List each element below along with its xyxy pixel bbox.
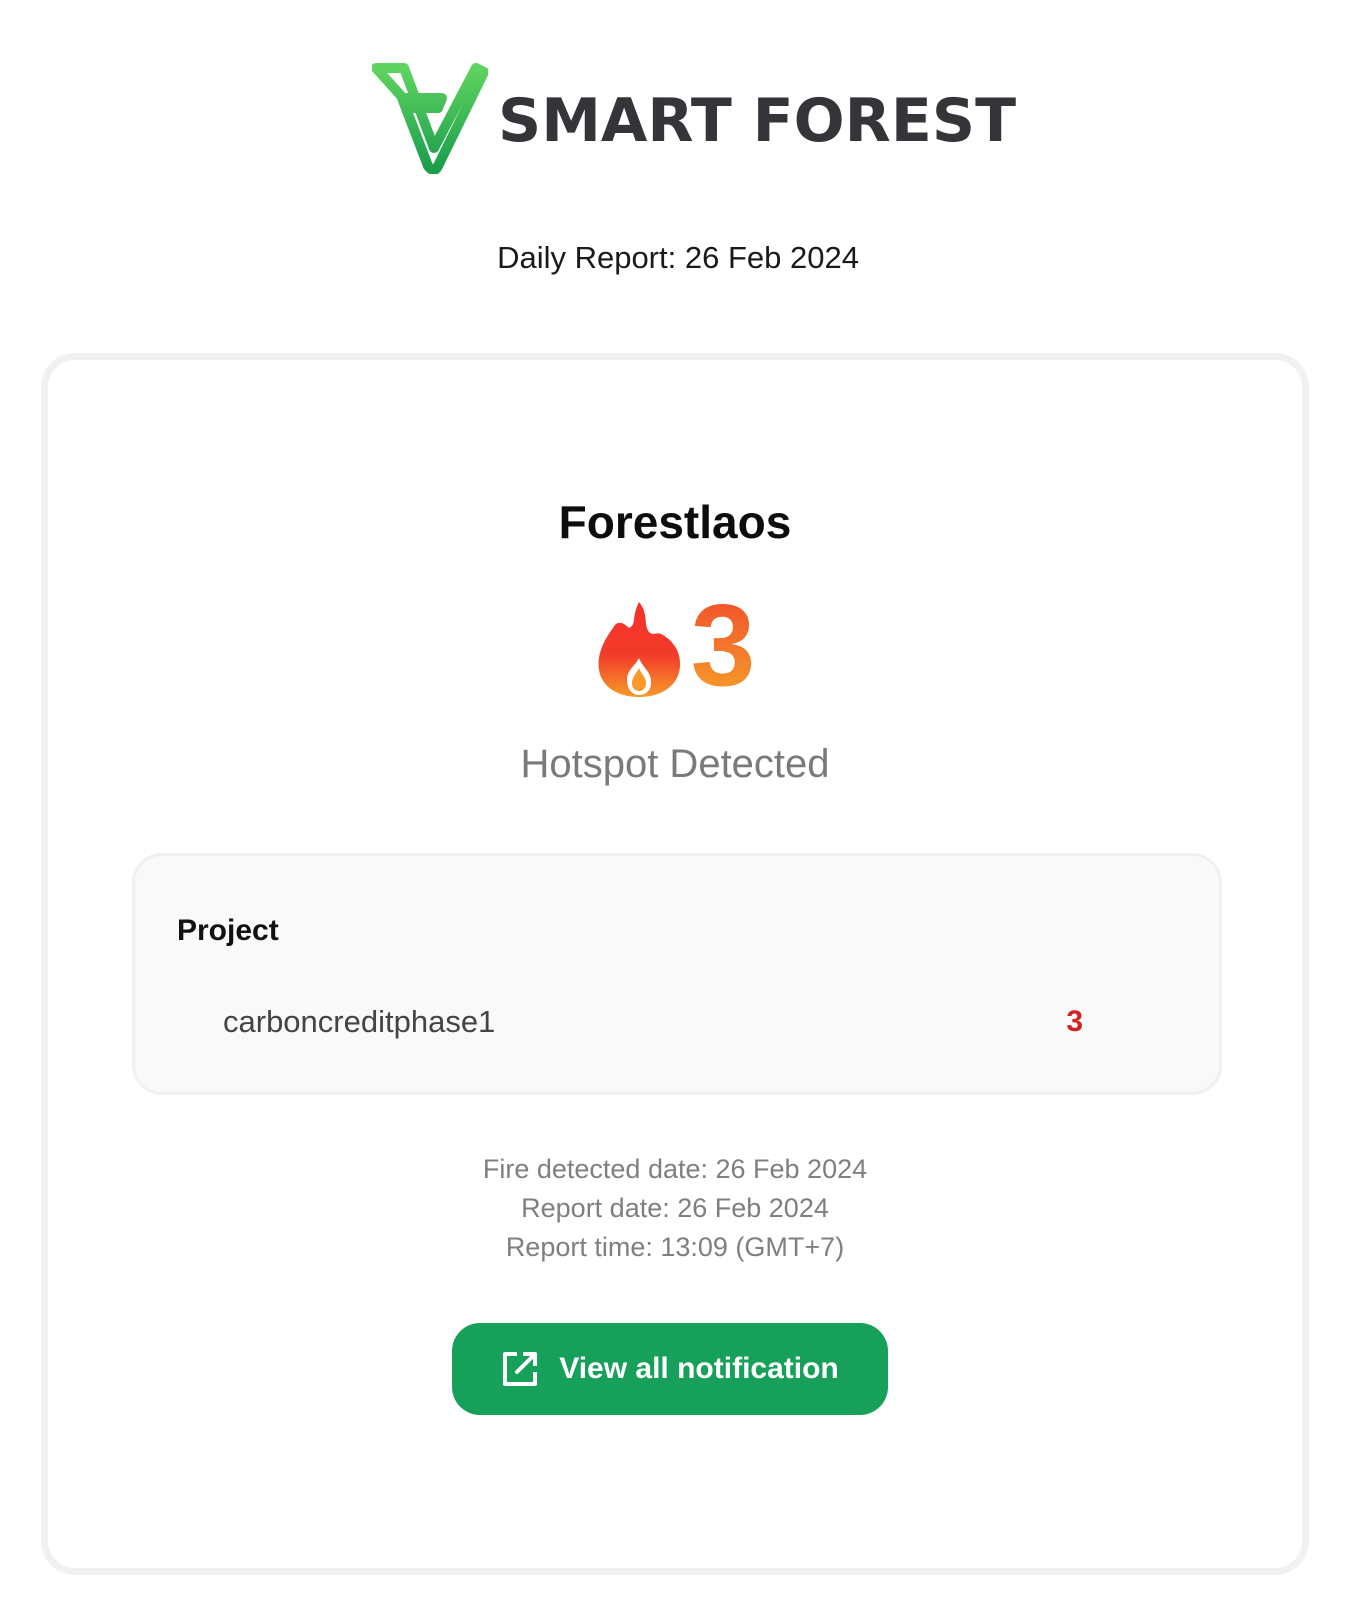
email-report-page: SMART FOREST Daily Report: 26 Feb 2024 F…	[0, 0, 1356, 1612]
report-title: Daily Report: 26 Feb 2024	[497, 240, 859, 275]
report-card: Forestlaos 3 Hotspot Detected Project ca…	[41, 353, 1309, 1575]
brand-name: SMART FOREST	[498, 86, 1016, 156]
view-all-notification-button[interactable]: View all notification	[452, 1323, 888, 1415]
fire-icon	[598, 602, 680, 697]
project-row: carboncreditphase1 3	[223, 1004, 1083, 1040]
report-time: Report time: 13:09 (GMT+7)	[505, 1232, 845, 1262]
hotspot-count: 3	[690, 580, 756, 710]
project-panel: Project carboncreditphase1 3	[132, 853, 1222, 1095]
fire-detected-date: Fire detected date: 26 Feb 2024	[482, 1154, 868, 1184]
report-meta: Fire detected date: 26 Feb 2024 Report d…	[48, 1150, 1302, 1267]
external-link-icon	[503, 1352, 538, 1386]
report-date: Report date: 26 Feb 2024	[521, 1193, 829, 1223]
hotspot-summary: 3	[48, 587, 1302, 703]
smart-forest-logo: SMART FOREST	[372, 62, 1016, 174]
project-name: carboncreditphase1	[223, 1004, 496, 1039]
hotspot-label: Hotspot Detected	[520, 742, 830, 786]
project-hotspot-count: 3	[1066, 1005, 1083, 1038]
smart-forest-logo-icon	[372, 63, 488, 174]
project-header: Project	[177, 914, 279, 947]
view-all-notification-label: View all notification	[559, 1352, 839, 1385]
organization-name: Forestlaos	[558, 496, 792, 548]
